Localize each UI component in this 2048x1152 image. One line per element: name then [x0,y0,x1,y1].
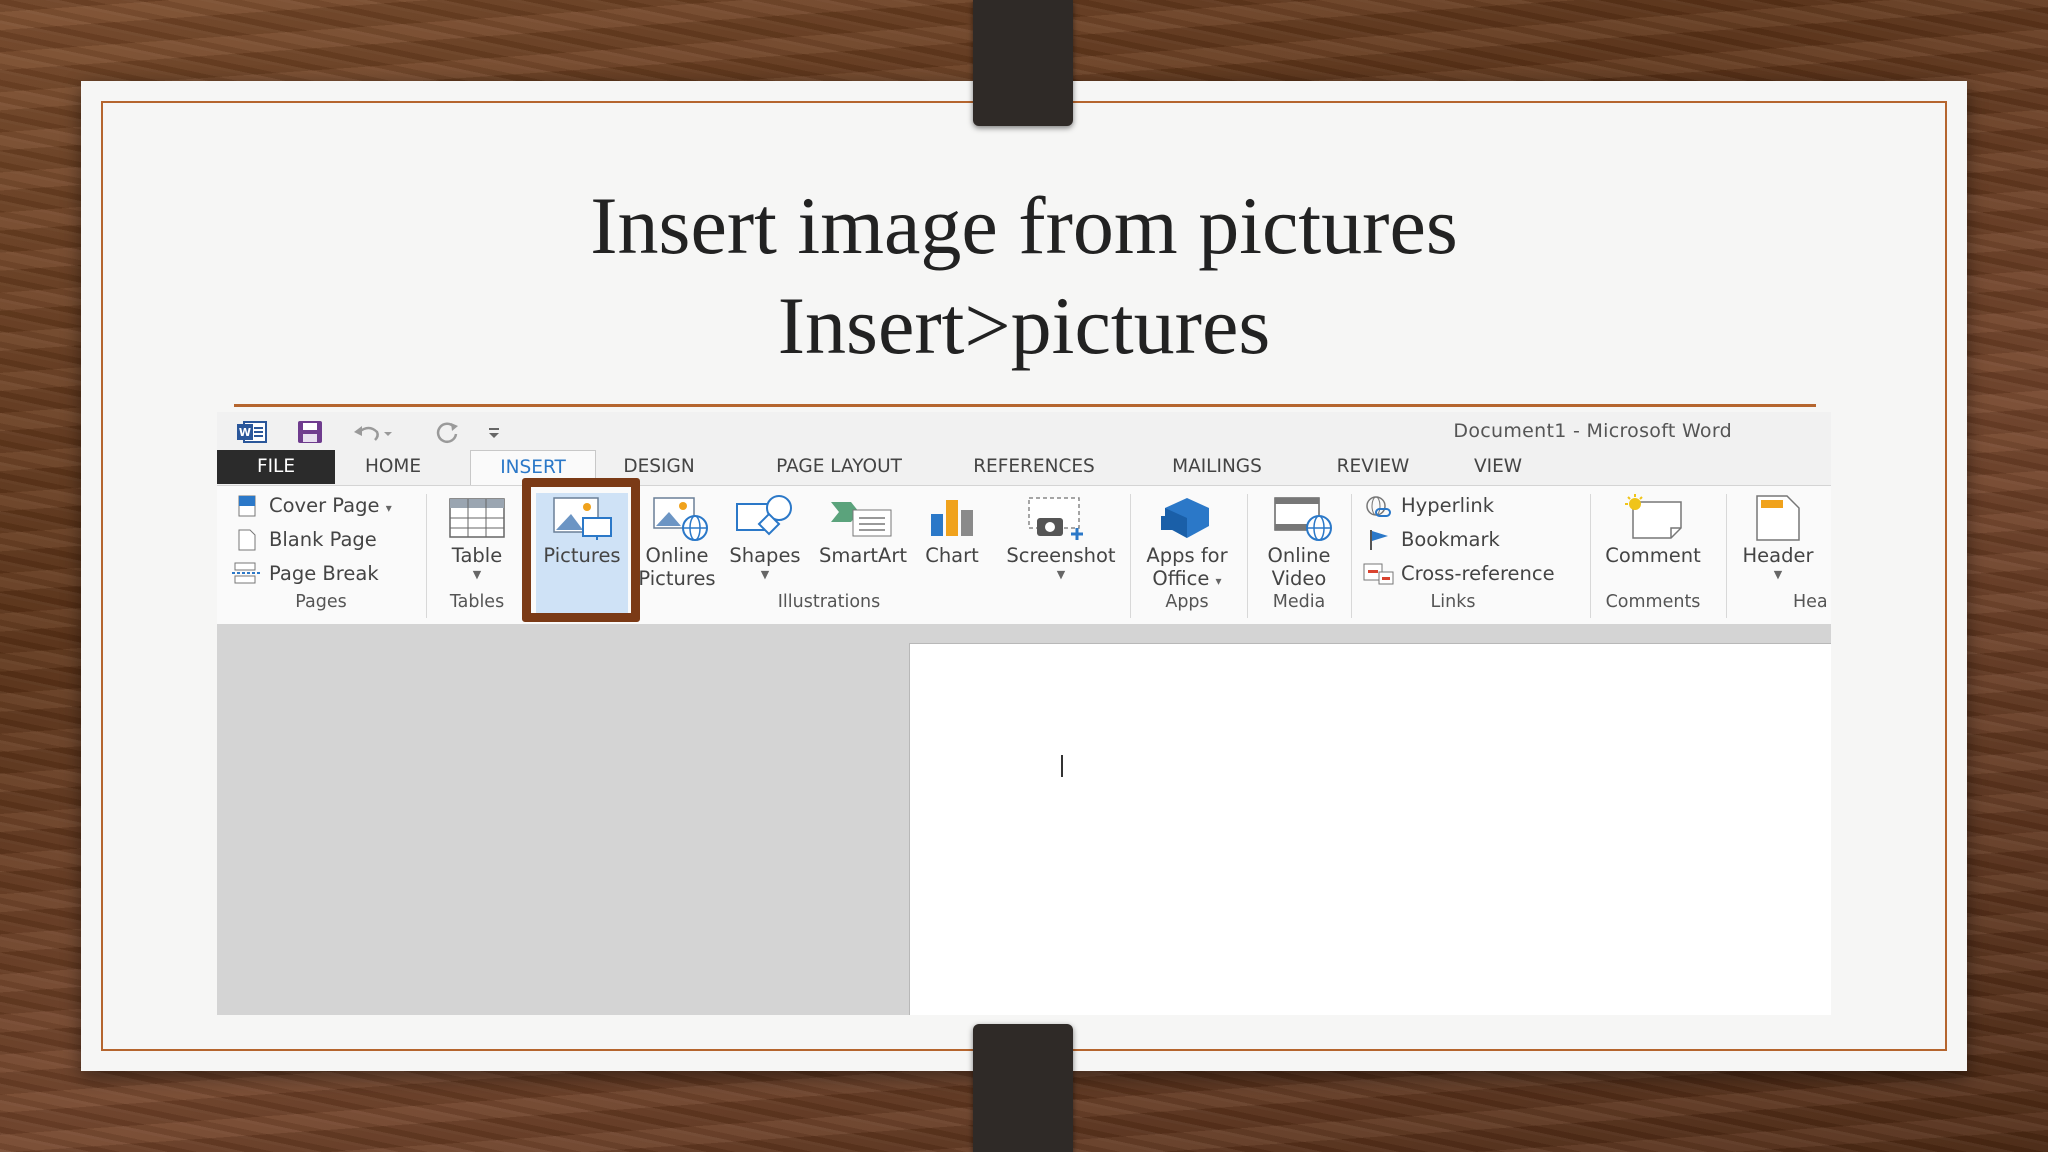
hyperlink-button[interactable]: Hyperlink [1401,494,1494,517]
group-separator [1130,494,1131,618]
window-title: Document1 - Microsoft Word [1453,420,1732,442]
insert-ribbon: Cover Page ▾ Blank Page Page Break Pages… [217,485,1831,625]
undo-icon[interactable] [351,420,393,444]
tab-view[interactable]: VIEW [1458,450,1538,484]
online-pictures-icon [653,497,708,541]
page-break-icon [232,562,260,584]
word-icon[interactable]: W [236,420,268,444]
group-label-header-footer: Hea [1793,592,1828,612]
apps-for-office-icon [1161,498,1209,538]
slide-title-line-2: Insert>pictures [777,280,1271,371]
shapes-dropdown-icon[interactable]: ▼ [722,568,808,581]
hyperlink-icon [1366,496,1391,517]
table-dropdown-icon[interactable]: ▼ [432,568,522,581]
online-pictures-line2[interactable]: Pictures [637,567,717,590]
page-break-button[interactable]: Page Break [269,562,379,585]
header-dropdown-icon[interactable]: ▼ [1733,568,1823,581]
header-icon [1756,495,1800,541]
group-label-pages: Pages [295,592,347,612]
tab-mailings[interactable]: MAILINGS [1154,450,1280,484]
screenshot-button[interactable]: Screenshot [999,544,1123,567]
online-pictures-line1[interactable]: Online [637,544,717,567]
bookmark-icon [1370,530,1388,550]
text-cursor [1061,755,1063,777]
table-icon [449,498,505,538]
tab-review[interactable]: REVIEW [1321,450,1425,484]
dropdown-arrow-icon: ▾ [385,501,392,515]
apps-for-office-button[interactable]: Office ▾ [1137,567,1237,590]
comment-icon [1625,494,1682,539]
tab-file[interactable]: FILE [217,450,335,484]
pictures-highlight-box [522,478,640,622]
comment-button[interactable]: Comment [1597,544,1709,567]
word-screenshot: W Document1 - Microsoft Word FILE HOME I… [217,412,1831,1015]
chart-icon [931,500,973,536]
group-separator [1726,494,1727,618]
screenshot-dropdown-icon[interactable]: ▼ [999,568,1123,581]
blank-page-icon [238,529,256,551]
tab-page-layout[interactable]: PAGE LAYOUT [759,450,919,484]
group-separator [1351,494,1352,618]
quick-access-toolbar: W Document1 - Microsoft Word [217,412,1831,452]
apps-for-office-line1[interactable]: Apps for [1137,544,1237,567]
slide-title-line-1: Insert image from pictures [590,180,1458,271]
online-video-line1[interactable]: Online [1257,544,1341,567]
tab-references[interactable]: REFERENCES [954,450,1114,484]
save-icon[interactable] [296,420,324,444]
shapes-icon [736,495,792,536]
redo-icon[interactable] [433,420,461,444]
smartart-icon [831,502,892,537]
chart-button[interactable]: Chart [917,544,987,567]
document-page[interactable] [909,643,1831,1015]
bookmark-button[interactable]: Bookmark [1401,528,1500,551]
title-divider [234,404,1816,407]
binder-strap-bottom [973,1024,1073,1152]
cover-page-icon [238,495,256,517]
cover-page-label: Cover Page [269,494,380,517]
group-label-tables: Tables [449,592,505,612]
group-separator [426,494,427,618]
shapes-button[interactable]: Shapes [722,544,808,567]
screenshot-icon [1028,497,1083,540]
header-button[interactable]: Header [1733,544,1823,567]
svg-text:W: W [239,426,251,439]
blank-page-button[interactable]: Blank Page [269,528,377,551]
tab-home[interactable]: HOME [347,450,439,484]
ribbon-tabs: FILE HOME INSERT DESIGN PAGE LAYOUT REFE… [217,450,1831,487]
customize-qat-icon[interactable] [486,420,502,444]
group-label-apps: Apps [1165,592,1209,612]
smartart-button[interactable]: SmartArt [813,544,913,567]
group-label-media: Media [1272,592,1326,612]
binder-strap-top [973,0,1073,126]
cross-reference-button[interactable]: Cross-reference [1401,562,1555,585]
dropdown-arrow-icon: ▾ [1215,574,1222,588]
cross-reference-icon [1363,563,1394,585]
table-button[interactable]: Table [432,544,522,567]
apps-for-office-line2: Office [1152,567,1210,590]
group-label-links: Links [1430,592,1476,612]
group-separator [1247,494,1248,618]
group-label-comments: Comments [1605,592,1701,612]
group-separator [1590,494,1591,618]
online-video-icon [1274,497,1332,541]
cover-page-button[interactable]: Cover Page ▾ [269,494,392,517]
online-video-line2[interactable]: Video [1257,567,1341,590]
